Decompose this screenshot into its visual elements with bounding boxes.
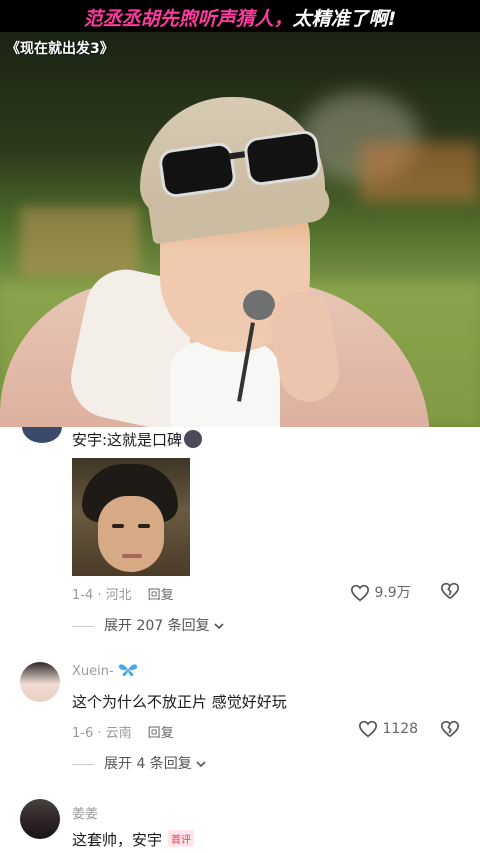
comment-text: 安宇:这就是口碑	[72, 429, 203, 450]
username-text: Xuein-	[72, 664, 114, 679]
like-button[interactable]: 9.9万	[350, 582, 411, 602]
chevron-down-icon	[214, 623, 224, 630]
comment-image[interactable]	[72, 458, 190, 576]
heart-outline-icon	[358, 720, 378, 738]
banner-title: 范丞丞胡先煦听声猜人，太精准了啊!	[0, 4, 480, 31]
expand-label: 展开 207 条回复	[104, 618, 210, 634]
broken-heart-icon[interactable]	[440, 582, 460, 600]
avatar[interactable]	[20, 662, 60, 702]
comment-meta: 1-6 · 云南 回复	[72, 726, 174, 741]
comment-text: 这套帅，安宇 首评	[72, 829, 195, 850]
username[interactable]: 姜姜	[72, 803, 98, 822]
expand-label: 展开 4 条回复	[104, 756, 192, 772]
comment-date: 1-4	[72, 588, 94, 603]
butterfly-icon	[118, 664, 137, 676]
comment-location: 河北	[105, 588, 132, 603]
like-count: 1128	[382, 721, 419, 737]
avatar[interactable]	[20, 799, 60, 839]
comment-list[interactable]: 安宇:这就是口碑 1-4 · 河北 回复 9.9万 展开 207 条回复 Xuei…	[0, 427, 480, 853]
video-player[interactable]: 《现在就出发3》	[0, 32, 480, 427]
top-banner: 范丞丞胡先煦听声猜人，太精准了啊!	[0, 0, 480, 32]
comment-body: 这套帅，安宇	[72, 831, 163, 849]
like-count: 9.9万	[374, 585, 411, 601]
show-title-label: 《现在就出发3》	[6, 41, 114, 57]
first-comment-badge: 首评	[168, 830, 195, 847]
comment-body: 安宇:这就是口碑	[72, 431, 183, 449]
heart-outline-icon	[350, 584, 370, 602]
expand-replies-button[interactable]: 展开 4 条回复	[72, 753, 206, 773]
comment-meta: 1-4 · 河北 回复	[72, 588, 174, 603]
username[interactable]: Xuein-	[72, 663, 138, 679]
broken-heart-icon[interactable]	[440, 720, 460, 738]
banner-title-part1: 范丞丞胡先煦听声猜人，	[83, 8, 293, 30]
expand-replies-button[interactable]: 展开 207 条回复	[72, 615, 224, 635]
avatar[interactable]	[22, 427, 62, 443]
like-button[interactable]: 1128	[358, 720, 418, 738]
emoji-icon	[184, 430, 203, 448]
reply-button[interactable]: 回复	[148, 588, 174, 603]
chevron-down-icon	[196, 761, 206, 768]
comment-date: 1-6	[72, 726, 94, 741]
comment-location: 云南	[105, 726, 132, 741]
banner-title-part2: 太精准了啊!	[292, 8, 397, 30]
reply-button[interactable]: 回复	[148, 726, 174, 741]
comment-text: 这个为什么不放正片 感觉好好玩	[72, 693, 287, 711]
